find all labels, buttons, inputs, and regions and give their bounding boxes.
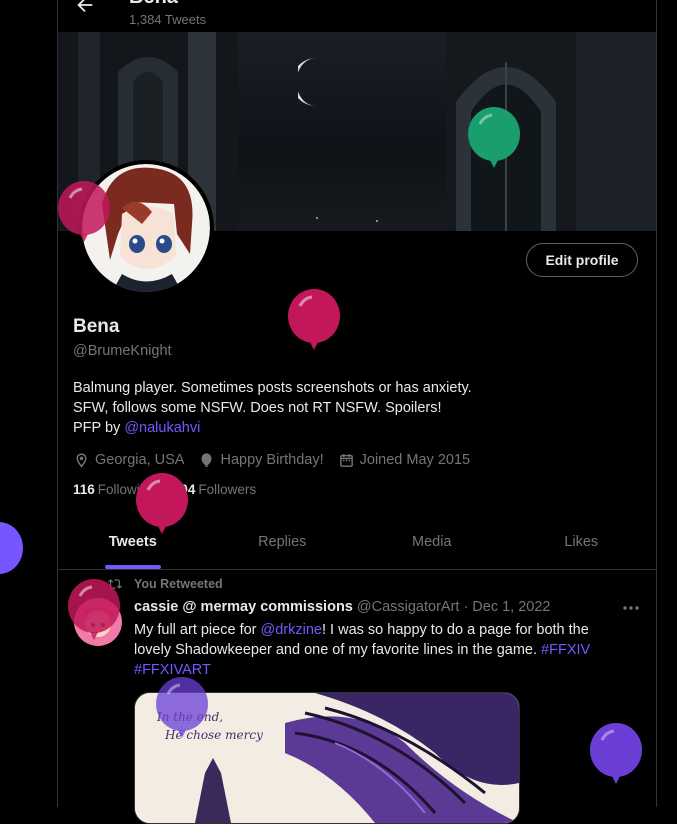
- more-icon[interactable]: [620, 600, 642, 616]
- display-name: Bena: [73, 316, 120, 337]
- retweet-label: You Retweeted: [134, 577, 223, 591]
- tweet-text-part: My full art piece for: [134, 622, 261, 638]
- tweet-author-name[interactable]: cassie @ mermay commissions: [134, 599, 353, 615]
- moon-image: [298, 58, 316, 106]
- header-tweet-count: 1,384 Tweets: [129, 12, 207, 27]
- edit-profile-button[interactable]: Edit profile: [526, 243, 638, 277]
- tab-media[interactable]: Media: [357, 516, 507, 569]
- bio-mention-link[interactable]: @nalukahvi: [124, 420, 200, 436]
- followers-label: Followers: [198, 482, 257, 497]
- location-icon: [76, 452, 87, 468]
- hashtag-link[interactable]: #FFXIV: [541, 642, 590, 658]
- balloon-icon: [590, 723, 642, 784]
- top-bar: Bena 1,384 Tweets: [58, 0, 656, 32]
- location-item: Georgia, USA: [73, 452, 184, 469]
- following-count: 116: [73, 482, 95, 497]
- tweet-date[interactable]: Dec 1, 2022: [472, 599, 550, 615]
- joined-text: Joined May 2015: [359, 452, 471, 468]
- calendar-icon: [339, 453, 353, 467]
- tab-replies[interactable]: Replies: [208, 516, 358, 569]
- back-arrow-icon[interactable]: [74, 0, 96, 16]
- tweet-text: My full art piece for @drkzine! I was so…: [134, 620, 624, 680]
- profile-bio: Balmung player. Sometimes posts screensh…: [73, 378, 633, 438]
- profile-column: Bena 1,384 Tweets: [57, 0, 657, 824]
- balloon-icon: [58, 181, 110, 242]
- tweet-mention-link[interactable]: @drkzine: [261, 622, 322, 638]
- location-text: Georgia, USA: [95, 452, 185, 468]
- header-name: Bena: [129, 0, 178, 9]
- retweet-indicator: You Retweeted: [108, 577, 223, 591]
- balloon-icon: [156, 677, 208, 738]
- birthday-text: Happy Birthday!: [220, 452, 324, 468]
- tab-likes[interactable]: Likes: [507, 516, 657, 569]
- bio-line: Balmung player. Sometimes posts screensh…: [73, 380, 472, 396]
- star: [376, 220, 378, 222]
- balloon-icon: [68, 579, 120, 640]
- bio-line: SFW, follows some NSFW. Does not RT NSFW…: [73, 400, 442, 416]
- bio-pfp-prefix: PFP by: [73, 420, 125, 436]
- bio-line: PFP by @nalukahvi: [73, 418, 633, 438]
- tweet-header: cassie @ mermay commissions @CassigatorA…: [134, 599, 550, 615]
- tweet-author-handle[interactable]: @CassigatorArt: [357, 599, 460, 615]
- joined-item: Joined May 2015: [338, 452, 470, 469]
- birthday-item: Happy Birthday!: [198, 452, 324, 469]
- profile-handle: @BrumeKnight: [73, 343, 172, 359]
- balloon-icon: [202, 452, 212, 467]
- purple-balloon-partial: [0, 522, 23, 574]
- balloon-icon: [136, 473, 188, 534]
- tweet-separator: ·: [463, 599, 469, 615]
- profile-meta: Georgia, USA Happy Birthday! Joined May …: [73, 450, 484, 470]
- balloon-icon: [468, 107, 520, 168]
- star: [316, 217, 318, 219]
- balloon-icon: [288, 289, 340, 350]
